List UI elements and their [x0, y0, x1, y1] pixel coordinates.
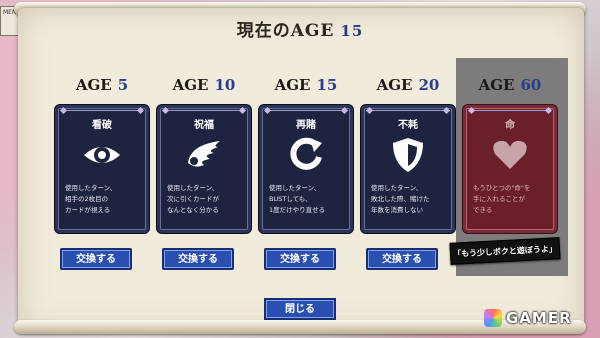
card-description: 使用したターン、 次に引くカードが なんとなく分かる: [167, 184, 219, 214]
card-name: 再賭: [296, 120, 316, 131]
card-column-5: AGE 60 命 もうひとつの"命"を 手に入れることが できる: [462, 76, 558, 234]
swap-button-4[interactable]: 交換する: [366, 248, 438, 270]
eye-icon: [84, 147, 120, 163]
age-label: AGE 20: [376, 76, 440, 94]
card-name: 命: [505, 120, 515, 131]
age-label: AGE 5: [75, 76, 129, 94]
card-description: 使用したターン、 敗北した際、賭けた 年数を消費しない: [371, 184, 430, 214]
card-description: もうひとつの"命"を 手に入れることが できる: [473, 184, 531, 214]
card-name: 祝福: [194, 120, 214, 131]
card-description: 使用したターン、 相手の2枚目の カードが視える: [65, 184, 117, 214]
card-name: 看破: [92, 120, 112, 131]
gamer-logo-text: GAMER: [506, 309, 572, 327]
swap-button-1[interactable]: 交換する: [60, 248, 132, 270]
card-fukou[interactable]: 不耗 使用したターン、 敗北した際、賭けた 年数を消費しない: [360, 104, 456, 234]
card-inochi[interactable]: 命 もうひとつの"命"を 手に入れることが できる: [462, 104, 558, 234]
card-column-2: AGE 10 祝福 使用したターン、 次に引くカードが なんとなく分かる: [156, 76, 252, 234]
swap-button-3[interactable]: 交換する: [264, 248, 336, 270]
card-name: 不耗: [398, 120, 418, 131]
card-column-1: AGE 5 看破 使用したターン、 相手の2枚目の カードが視える: [54, 76, 150, 234]
close-button[interactable]: 閉じる: [264, 298, 336, 320]
age-label: AGE 15: [274, 76, 338, 94]
card-column-3: AGE 15 再賭 使用したターン、 BUSTしても、 1度だけやり直せる: [258, 76, 354, 234]
shield-icon: [393, 138, 423, 172]
title-age-value: 15: [340, 22, 364, 40]
card-column-4: AGE 20 不耗 使用したターン、 敗北した際、賭けた 年数を消費しない: [360, 76, 456, 234]
page-title: 現在のAGE 15: [0, 16, 600, 41]
gamer-logo-icon: [484, 309, 502, 327]
age-label: AGE 10: [172, 76, 236, 94]
gamer-logo: GAMER: [484, 308, 572, 328]
card-shukufuku[interactable]: 祝福 使用したターン、 次に引くカードが なんとなく分かる: [156, 104, 252, 234]
heart-icon: [493, 140, 527, 169]
swap-button-2[interactable]: 交換する: [162, 248, 234, 270]
wing-icon: [188, 141, 220, 167]
card-kanpa[interactable]: 看破 使用したターン、 相手の2枚目の カードが視える: [54, 104, 150, 234]
refresh-icon: [290, 137, 322, 170]
age-label: AGE 60: [478, 76, 542, 94]
title-label: 現在のAGE: [236, 21, 335, 41]
card-description: 使用したターン、 BUSTしても、 1度だけやり直せる: [269, 184, 326, 214]
card-saito[interactable]: 再賭 使用したターン、 BUSTしても、 1度だけやり直せる: [258, 104, 354, 234]
